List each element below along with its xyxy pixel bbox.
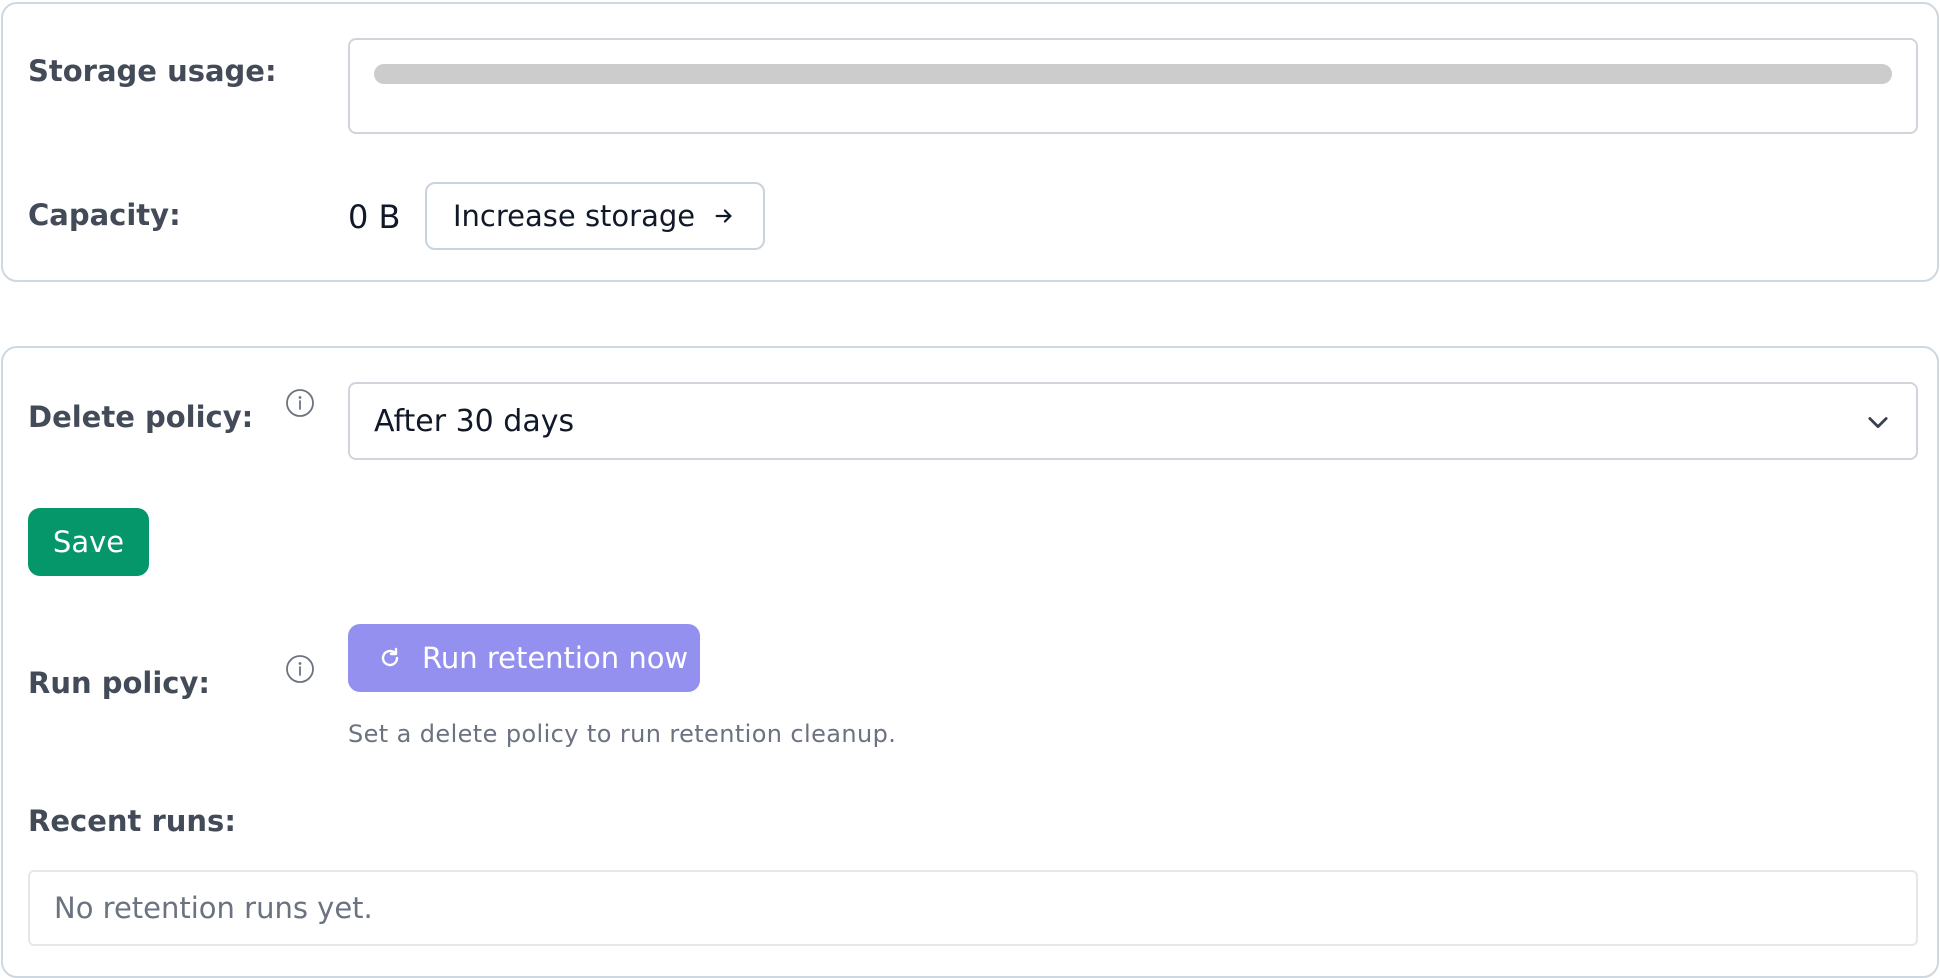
delete-policy-info-icon[interactable]	[285, 388, 315, 418]
refresh-icon	[381, 647, 399, 667]
chevron-down-icon	[1868, 417, 1888, 429]
recent-runs-label: Recent runs:	[28, 804, 236, 838]
delete-policy-selected-value: After 30 days	[374, 403, 575, 439]
retention-card: Delete policy: After 30 days Save Run po…	[1, 346, 1939, 978]
delete-policy-select[interactable]: After 30 days	[348, 382, 1918, 460]
recent-runs-empty-message: No retention runs yet.	[54, 891, 373, 925]
run-policy-hint: Set a delete policy to run retention cle…	[348, 720, 897, 748]
recent-runs-list: No retention runs yet.	[28, 870, 1918, 946]
run-policy-label: Run policy:	[28, 666, 210, 700]
save-button[interactable]: Save	[28, 508, 149, 576]
storage-usage-track	[374, 64, 1892, 84]
capacity-label: Capacity:	[28, 198, 181, 232]
storage-usage-label: Storage usage:	[28, 54, 277, 88]
capacity-value: 0 B	[348, 198, 401, 236]
run-retention-button[interactable]: Run retention now	[348, 624, 700, 692]
increase-storage-button[interactable]: Increase storage	[425, 182, 766, 250]
arrow-right-icon	[715, 209, 732, 223]
storage-usage-meter	[348, 38, 1918, 134]
storage-card: Storage usage: Capacity: 0 B Increase st…	[1, 2, 1939, 282]
run-retention-label: Run retention now	[422, 641, 689, 675]
increase-storage-label: Increase storage	[453, 199, 696, 233]
delete-policy-label: Delete policy:	[28, 400, 254, 434]
run-policy-info-icon[interactable]	[285, 654, 315, 684]
